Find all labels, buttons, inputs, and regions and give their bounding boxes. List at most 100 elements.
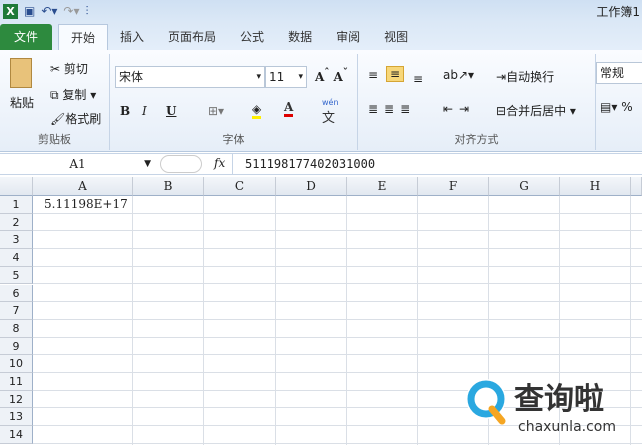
column-header-D[interactable]: D	[276, 177, 347, 196]
row-header-14[interactable]: 14	[0, 426, 33, 444]
paste-button[interactable]: 粘贴	[10, 94, 34, 111]
redo-icon[interactable]: ↷▾	[63, 4, 79, 18]
select-all-corner[interactable]	[0, 177, 33, 196]
brush-icon: 🖌	[50, 112, 66, 126]
merge-label: 合并后居中	[506, 104, 567, 118]
save-icon[interactable]: ▣	[24, 4, 35, 18]
merge-icon: ⊟	[496, 104, 507, 118]
copy-button[interactable]: ⧉ 复制 ▾	[50, 86, 96, 103]
orientation-icon[interactable]: ab↗▾	[443, 68, 474, 82]
phonetic-icon[interactable]: wén 文	[322, 98, 339, 126]
row-header-10[interactable]: 10	[0, 355, 33, 373]
formula-bar-handle[interactable]	[160, 155, 202, 173]
indent-icons[interactable]: ⇤⇥	[443, 102, 475, 116]
wrap-label: 自动换行	[506, 70, 555, 84]
formula-bar: A1 ▼ fx 511198177402031000	[0, 153, 642, 175]
column-header-C[interactable]: C	[204, 177, 276, 196]
column-header-A[interactable]: A	[33, 177, 133, 196]
percent-button[interactable]: %	[621, 100, 632, 114]
tab-insert[interactable]: 插入	[108, 24, 156, 50]
font-size-value: 11	[269, 70, 285, 84]
cut-label: 剪切	[63, 62, 88, 76]
row-header-6[interactable]: 6	[0, 284, 33, 303]
undo-icon[interactable]: ↶▾	[41, 4, 57, 18]
bold-button[interactable]: B	[120, 104, 130, 118]
tab-review[interactable]: 审阅	[324, 24, 372, 50]
align-left-center-right-icons[interactable]: ≣≣≣	[368, 102, 416, 116]
font-group: 宋体 ▾ 11 ▾ Aˆ Aˇ B I U ⊞▾ ◈ A wén 文 字体	[110, 54, 358, 150]
row-header-5[interactable]: 5	[0, 266, 33, 285]
grow-font-icon[interactable]: Aˆ Aˇ	[315, 68, 348, 84]
alignment-label: 对齐方式	[454, 133, 499, 146]
row-gridline	[33, 302, 642, 320]
clipboard-label: 剪贴板	[38, 133, 71, 146]
row-header-7[interactable]: 7	[0, 302, 33, 320]
tab-file[interactable]: 文件	[0, 24, 52, 50]
ribbon-tabs: 文件 开始 插入 页面布局 公式 数据 审阅 视图	[0, 22, 642, 50]
column-header-partial[interactable]	[631, 177, 642, 196]
row-gridline	[33, 338, 642, 356]
align-top-icon[interactable]: ≡	[368, 68, 378, 82]
tab-home[interactable]: 开始	[58, 24, 109, 50]
row-header-1[interactable]: 1	[0, 196, 33, 214]
row-gridline	[33, 214, 642, 232]
row-header-13[interactable]: 13	[0, 408, 33, 427]
watermark-logo: 查询啦 chaxunla.com	[466, 379, 616, 435]
alignment-group: ≡ ≡ ≡ ab↗▾ ⇥自动换行 ≣≣≣ ⇤⇥ ⊟合并后居中 ▾ 对齐方式	[358, 54, 596, 150]
name-box-value: A1	[69, 157, 86, 171]
insert-function-icon[interactable]: fx	[214, 156, 225, 170]
wrap-icon: ⇥	[496, 70, 507, 84]
row-header-11[interactable]: 11	[0, 373, 33, 391]
tab-page-layout[interactable]: 页面布局	[156, 24, 228, 50]
ribbon: 粘贴 ✂ 剪切 ⧉ 复制 ▾ 🖌格式刷 剪贴板 宋体 ▾ 11 ▾ Aˆ Aˇ B …	[0, 50, 642, 152]
row-gridline	[33, 267, 642, 285]
customize-icon[interactable]: ⫶	[86, 4, 89, 19]
row-header-4[interactable]: 4	[0, 249, 33, 267]
row-header-8[interactable]: 8	[0, 319, 33, 338]
italic-button[interactable]: I	[142, 104, 147, 118]
watermark-brand: 查询啦	[514, 382, 604, 417]
column-header-F[interactable]: F	[418, 177, 489, 196]
align-middle-icon[interactable]: ≡	[386, 66, 405, 82]
underline-button[interactable]: U	[166, 104, 176, 118]
tab-view[interactable]: 视图	[372, 24, 420, 50]
format-painter-button[interactable]: 🖌格式刷	[50, 110, 101, 127]
merge-center-button[interactable]: ⊟合并后居中 ▾	[496, 102, 576, 119]
font-color-icon[interactable]: A	[284, 100, 294, 117]
phonetic-label: wén	[322, 98, 339, 107]
tab-data[interactable]: 数据	[276, 24, 324, 50]
cut-button[interactable]: ✂ 剪切	[50, 60, 88, 77]
formula-input[interactable]: 511198177402031000	[232, 154, 642, 174]
wrap-text-button[interactable]: ⇥自动换行	[496, 68, 554, 85]
font-size-select[interactable]: 11 ▾	[265, 66, 307, 88]
accounting-icon[interactable]: ▤▾ %	[600, 100, 633, 114]
row-gridline	[33, 231, 642, 250]
cell-A1[interactable]: 5.11198E+17	[34, 196, 133, 214]
align-bottom-icon[interactable]: ≡	[413, 72, 423, 86]
fill-color-icon[interactable]: ◈	[252, 102, 262, 119]
title-bar: X ▣ ↶▾ ↷▾ ⫶ 工作簿1	[0, 0, 642, 22]
paste-icon[interactable]	[10, 58, 32, 88]
name-box[interactable]: A1 ▼	[0, 154, 155, 174]
number-format-select[interactable]: 常规	[596, 62, 642, 84]
scissors-icon: ✂	[50, 62, 64, 76]
row-header-2[interactable]: 2	[0, 213, 33, 232]
row-gridline	[33, 320, 642, 338]
excel-logo-icon: X	[3, 3, 18, 19]
font-name-value: 宋体	[119, 70, 144, 84]
font-name-select[interactable]: 宋体 ▾	[115, 66, 265, 88]
border-icon[interactable]: ⊞▾	[208, 104, 224, 118]
column-header-G[interactable]: G	[489, 177, 560, 196]
window-title: 工作簿1	[596, 5, 640, 19]
watermark-url: chaxunla.com	[518, 419, 616, 435]
row-header-9[interactable]: 9	[0, 337, 33, 356]
column-header-H[interactable]: H	[560, 177, 631, 196]
row-header-3[interactable]: 3	[0, 231, 33, 250]
copy-icon: ⧉	[50, 88, 63, 102]
row-gridline	[33, 249, 642, 267]
tab-formulas[interactable]: 公式	[228, 24, 276, 50]
row-header-12[interactable]: 12	[0, 390, 33, 409]
column-header-B[interactable]: B	[133, 177, 204, 196]
clipboard-group: 粘贴 ✂ 剪切 ⧉ 复制 ▾ 🖌格式刷 剪贴板	[0, 54, 110, 150]
column-header-E[interactable]: E	[347, 177, 418, 196]
